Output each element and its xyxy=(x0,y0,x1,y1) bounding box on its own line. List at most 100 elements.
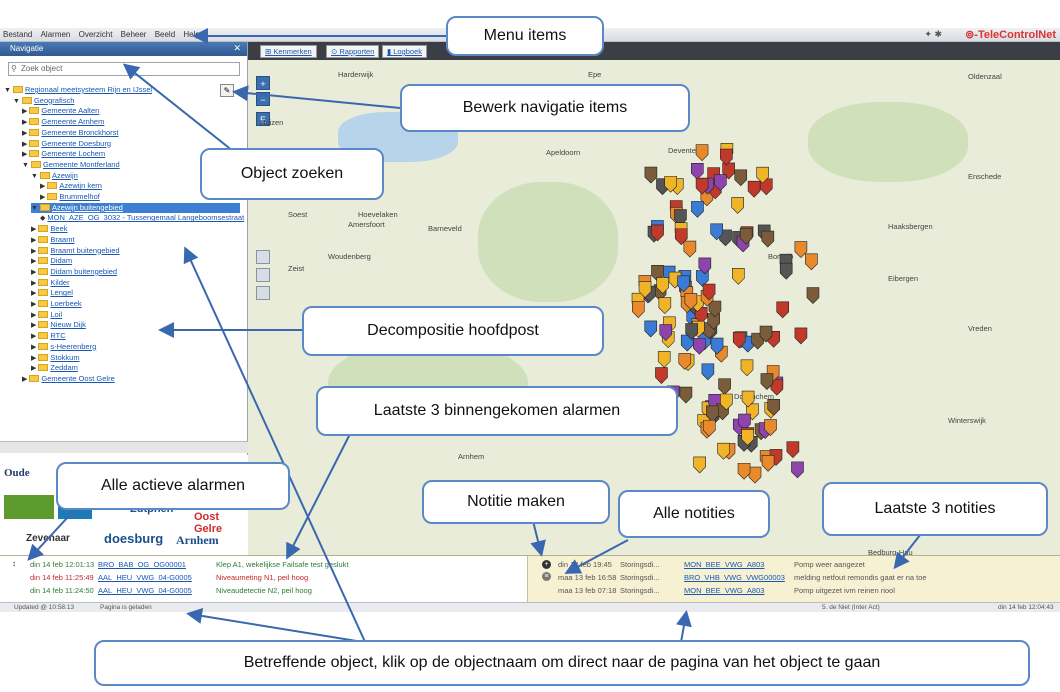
tree-item[interactable]: ▶ Lengel xyxy=(31,288,240,298)
object-marker[interactable] xyxy=(806,287,820,305)
expand-icon[interactable]: ▶ xyxy=(22,108,27,115)
tree-item-label[interactable]: Stokkum xyxy=(50,353,79,362)
expand-icon[interactable]: ▶ xyxy=(31,269,36,276)
tree-item-label[interactable]: Azewijn kern xyxy=(59,181,102,190)
note-row[interactable]: din 13 feb 19:45 Storingsdi... MON_BEE_VWG… xyxy=(558,560,1038,570)
tree-item-label[interactable]: RTC xyxy=(50,331,65,340)
object-marker[interactable] xyxy=(734,169,748,187)
expand-icon[interactable]: ▶ xyxy=(40,194,45,201)
object-marker[interactable] xyxy=(695,144,709,162)
all-notes-button[interactable]: ≡ xyxy=(542,572,551,581)
expand-icon[interactable]: ▶ xyxy=(31,365,36,372)
object-marker[interactable] xyxy=(691,201,704,218)
tree-item-label[interactable]: Gemeente Doesburg xyxy=(41,139,111,148)
menu-item-beheer[interactable]: Beheer xyxy=(118,28,150,41)
tree-item-label[interactable]: Beek xyxy=(50,224,67,233)
expand-icon[interactable]: ▶ xyxy=(22,376,27,383)
alarm-row[interactable]: din 14 feb 11:25:49 AAL_HEU_VWG_04-G0005 N… xyxy=(30,573,520,583)
object-marker[interactable] xyxy=(644,166,658,184)
object-marker[interactable] xyxy=(740,359,754,377)
object-marker[interactable] xyxy=(776,301,790,319)
note-object[interactable]: MON_BEE_VWG_A803 xyxy=(684,560,764,569)
alarm-object-link[interactable]: AAL_HEU_VWG_04-G0005 xyxy=(98,573,192,582)
tree-item-label[interactable]: Braamt xyxy=(50,235,74,244)
tree-item-label[interactable]: Brummelhof xyxy=(59,192,99,201)
tree-item[interactable]: ▶ Zeddam xyxy=(31,363,240,373)
tree-item-label[interactable]: Azewijn buitengebied xyxy=(52,203,123,212)
object-marker[interactable] xyxy=(658,297,672,315)
expand-icon[interactable]: ▶ xyxy=(31,301,36,308)
object-marker[interactable] xyxy=(747,180,761,198)
expand-icon[interactable]: ▶ xyxy=(22,119,27,126)
tree-item-label[interactable]: Didam xyxy=(50,256,72,265)
tree-item[interactable]: ▶ Gemeente Doesburg xyxy=(22,139,240,149)
expand-icon[interactable]: ▼ xyxy=(31,205,38,212)
object-marker[interactable] xyxy=(732,267,745,285)
tree-item[interactable]: ▶ s-Heerenberg xyxy=(31,342,240,352)
expand-icon[interactable]: ▶ xyxy=(31,312,36,319)
object-marker[interactable] xyxy=(731,197,744,214)
tree-item-label[interactable]: MON_AZE_OG_3032 - Tussengemaal Langeboom… xyxy=(47,213,244,222)
tree-item-label[interactable]: Gemeente Arnhem xyxy=(41,117,104,126)
add-note-button[interactable]: + xyxy=(542,560,551,569)
expand-icon[interactable]: ▶ xyxy=(31,290,36,297)
object-marker[interactable] xyxy=(690,163,704,180)
tree-item-label[interactable]: Gemeente Montferland xyxy=(43,160,120,169)
object-marker[interactable] xyxy=(644,320,658,338)
object-marker[interactable] xyxy=(718,378,731,396)
tree-item[interactable]: ▶ Loerbeek xyxy=(31,299,240,309)
object-marker[interactable] xyxy=(794,327,808,345)
expand-icon[interactable]: ▶ xyxy=(22,151,27,158)
tree-item[interactable]: ▼ Geografisch xyxy=(13,96,240,106)
menu-item-beeld[interactable]: Beeld xyxy=(152,28,178,41)
menu-item-bestand[interactable]: Bestand xyxy=(0,28,35,41)
note-row[interactable]: maa 13 feb 16:58 Storingsdi... BRO_VHB_VWG… xyxy=(558,573,1038,583)
object-marker[interactable] xyxy=(657,351,671,368)
object-marker[interactable] xyxy=(701,363,715,381)
note-object[interactable]: BRO_VHB_VWG_VWG00003 xyxy=(684,573,785,582)
object-marker[interactable] xyxy=(693,456,706,474)
object-icon[interactable]: ◆ xyxy=(40,215,45,222)
expand-icon[interactable]: ▶ xyxy=(31,322,36,329)
tree-item[interactable]: ▶ Didam buitengebied xyxy=(31,267,240,277)
object-marker[interactable] xyxy=(693,337,706,355)
alarm-row[interactable]: din 14 feb 11:24:50 AAL_HEU_VWG_04-G0005 N… xyxy=(30,586,520,596)
tree-item-label[interactable]: Loerbeek xyxy=(50,299,81,308)
alarm-row[interactable]: din 14 feb 12:01:13 BRO_BAB_OG_OG00001 Kle… xyxy=(30,560,520,570)
tree-item[interactable]: ▶ Gemeente Arnhem xyxy=(22,117,240,127)
expand-icon[interactable]: ▶ xyxy=(31,280,36,287)
expand-icon[interactable]: ▶ xyxy=(31,226,36,233)
tree-item[interactable]: ▶ Gemeente Aalten xyxy=(22,106,240,116)
expand-icon[interactable]: ▼ xyxy=(4,87,11,94)
close-icon[interactable]: ✕ xyxy=(233,43,241,54)
object-marker[interactable] xyxy=(679,386,693,404)
search-input[interactable]: ⚲ Zoek object xyxy=(8,62,240,76)
tree-item[interactable]: ▶ Braamt xyxy=(31,235,240,245)
tree-item[interactable]: ▶ Loil xyxy=(31,310,240,320)
object-marker[interactable] xyxy=(761,454,775,472)
tree-item-label[interactable]: Loil xyxy=(50,310,62,319)
toolbar-icons[interactable]: ✦ ✱ xyxy=(924,29,942,40)
object-marker[interactable] xyxy=(748,466,762,484)
tree-item-label[interactable]: Regionaal meetsysteem Rijn en IJssel xyxy=(25,85,152,94)
expand-icon[interactable]: ▶ xyxy=(22,130,27,137)
alarm-object-link[interactable]: AAL_HEU_VWG_04-G0005 xyxy=(98,586,192,595)
object-marker[interactable] xyxy=(791,461,804,479)
expand-icon[interactable]: ▶ xyxy=(31,344,36,351)
tree-item-label[interactable]: Azewijn xyxy=(52,171,78,180)
nav-horizontal-scrollbar[interactable] xyxy=(0,441,248,453)
tree-item-label[interactable]: Zeddam xyxy=(50,363,78,372)
expand-icon[interactable]: ▶ xyxy=(40,183,45,190)
menu-item-alarmen[interactable]: Alarmen xyxy=(38,28,74,41)
object-marker[interactable] xyxy=(805,253,818,271)
menu-item-overzicht[interactable]: Overzicht xyxy=(76,28,116,41)
expand-icon[interactable]: ▼ xyxy=(13,98,20,105)
tree-item[interactable]: ▶ Didam xyxy=(31,256,240,266)
expand-icon[interactable]: ▶ xyxy=(31,355,36,362)
tree-item[interactable]: ▶ Nieuw Dijk xyxy=(31,320,240,330)
tree-item[interactable]: ▶ Stokkum xyxy=(31,353,240,363)
expand-icon[interactable]: ▶ xyxy=(31,237,36,244)
expand-icon[interactable]: ▼ xyxy=(31,173,38,180)
note-row[interactable]: maa 13 feb 07:18 Storingsdi... MON_BEE_VWG… xyxy=(558,586,1038,596)
expand-icon[interactable]: ▶ xyxy=(22,141,27,148)
